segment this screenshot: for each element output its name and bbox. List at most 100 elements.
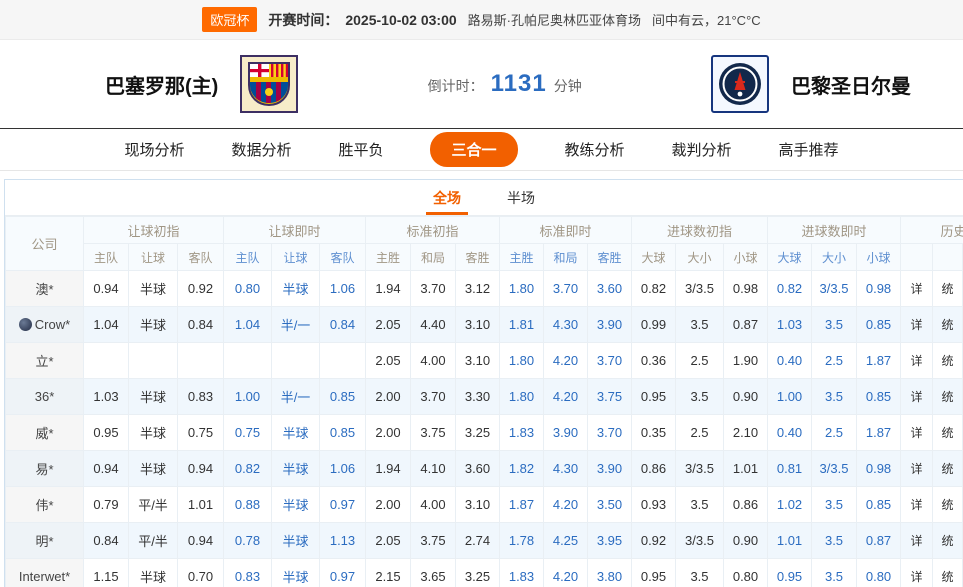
std-live-away-win: 3.70 (588, 343, 632, 379)
match-header: 巴塞罗那(主) (0, 40, 963, 128)
handicap-init-away-odds (178, 343, 224, 379)
standard-initial-header: 标准初指 (366, 217, 500, 244)
company-cell[interactable]: 伟* (6, 487, 84, 523)
company-cell[interactable]: 威* (6, 415, 84, 451)
stats-link[interactable]: 统 (933, 559, 963, 587)
std-live-home-win: 1.83 (500, 415, 544, 451)
stats-link[interactable]: 统 (933, 307, 963, 343)
std-live-home-win: 1.80 (500, 379, 544, 415)
handicap-init-home-odds: 0.95 (84, 415, 129, 451)
handicap-init-line: 平/半 (129, 523, 178, 559)
goals-init-under: 1.01 (724, 451, 768, 487)
nav-tab-data-analysis[interactable]: 数据分析 (231, 139, 291, 160)
nav-tab-three-in-one[interactable]: 三合一 (430, 132, 517, 167)
company-name: 伟* (35, 498, 53, 513)
handicap-live-home-odds: 0.78 (224, 523, 272, 559)
handicap-live-away-odds: 1.13 (320, 523, 366, 559)
goals-init-line: 2.5 (676, 343, 724, 379)
std-init-away-win: 3.25 (456, 415, 500, 451)
detail-link[interactable]: 详 (901, 559, 933, 587)
detail-link[interactable]: 详 (901, 271, 933, 307)
company-cell[interactable]: Interwet* (6, 559, 84, 587)
company-cell[interactable]: 立* (6, 343, 84, 379)
goals-init-under: 0.86 (724, 487, 768, 523)
handicap-live-line: 半球 (272, 415, 320, 451)
detail-link[interactable]: 详 (901, 451, 933, 487)
handicap-init-line: 半球 (129, 307, 178, 343)
company-name: 36* (35, 389, 55, 404)
detail-link[interactable]: 详 (901, 523, 933, 559)
company-cell[interactable]: 36* (6, 379, 84, 415)
detail-link[interactable]: 详 (901, 307, 933, 343)
goals-live-under: 0.85 (857, 379, 901, 415)
stats-link[interactable]: 统 (933, 451, 963, 487)
detail-link[interactable]: 详 (901, 415, 933, 451)
subheader-over: 大球 (768, 244, 812, 271)
tab-half-match[interactable]: 半场 (507, 180, 535, 215)
subheader-home: 主队 (224, 244, 272, 271)
detail-link[interactable]: 详 (901, 487, 933, 523)
goals-init-under: 0.90 (724, 523, 768, 559)
barcelona-crest-icon (247, 61, 291, 107)
detail-link[interactable]: 详 (901, 343, 933, 379)
std-init-home-win: 2.05 (366, 523, 411, 559)
std-init-draw: 3.75 (411, 415, 456, 451)
std-live-home-win: 1.80 (500, 343, 544, 379)
goals-init-over: 0.99 (632, 307, 676, 343)
handicap-init-line: 半球 (129, 415, 178, 451)
company-cell[interactable]: 易* (6, 451, 84, 487)
home-team-name: 巴塞罗那(主) (105, 70, 218, 99)
subheader-line: 大小 (676, 244, 724, 271)
handicap-init-away-odds: 0.70 (178, 559, 224, 587)
company-name: Crow* (35, 317, 70, 332)
handicap-live-away-odds: 0.85 (320, 379, 366, 415)
nav-tab-live-analysis[interactable]: 现场分析 (124, 139, 184, 160)
std-live-away-win: 3.80 (588, 559, 632, 587)
match-info-bar: 欧冠杯 开赛时间： 2025-10-02 03:00 路易斯·孔帕尼奥林匹亚体育… (0, 0, 963, 40)
stats-link[interactable]: 统 (933, 271, 963, 307)
std-live-away-win: 3.50 (588, 487, 632, 523)
stats-link[interactable]: 统 (933, 487, 963, 523)
company-cell[interactable]: 澳* (6, 271, 84, 307)
stats-link[interactable]: 统 (933, 415, 963, 451)
stats-link[interactable]: 统 (933, 523, 963, 559)
goals-init-line: 3.5 (676, 379, 724, 415)
odds-table-body: 澳* 0.94 半球 0.92 0.80 半球 1.06 1.94 3.70 3… (6, 271, 963, 587)
company-cell[interactable]: Crow* (6, 307, 84, 343)
tab-full-match[interactable]: 全场 (433, 180, 461, 215)
detail-link[interactable]: 详 (901, 379, 933, 415)
nav-tab-coach-analysis[interactable]: 教练分析 (565, 139, 625, 160)
handicap-live-line: 半球 (272, 487, 320, 523)
nav-tab-win-draw-loss[interactable]: 胜平负 (338, 139, 383, 160)
goals-live-over: 0.81 (768, 451, 812, 487)
std-live-home-win: 1.82 (500, 451, 544, 487)
std-init-draw: 4.40 (411, 307, 456, 343)
goals-live-over: 1.02 (768, 487, 812, 523)
std-live-away-win: 3.90 (588, 451, 632, 487)
goals-live-under: 0.85 (857, 487, 901, 523)
subheader-empty (933, 244, 963, 271)
company-cell[interactable]: 明* (6, 523, 84, 559)
goals-live-under: 0.87 (857, 523, 901, 559)
odds-table-row: 明* 0.84 平/半 0.94 0.78 半球 1.13 2.05 3.75 … (6, 523, 963, 559)
goals-init-line: 2.5 (676, 415, 724, 451)
period-sub-tabs: 全场 半场 (5, 180, 963, 216)
nav-tab-expert-picks[interactable]: 高手推荐 (779, 139, 839, 160)
subheader-draw: 和局 (411, 244, 456, 271)
subheader-under: 小球 (724, 244, 768, 271)
handicap-live-home-odds: 0.83 (224, 559, 272, 587)
handicap-init-line: 半球 (129, 559, 178, 587)
analysis-nav: 现场分析 数据分析 胜平负 三合一 教练分析 裁判分析 高手推荐 (0, 128, 963, 171)
handicap-live-away-odds (320, 343, 366, 379)
handicap-live-line: 半球 (272, 271, 320, 307)
stats-link[interactable]: 统 (933, 343, 963, 379)
goals-live-under: 0.85 (857, 307, 901, 343)
goals-init-over: 0.82 (632, 271, 676, 307)
subheader-away: 客队 (178, 244, 224, 271)
goals-init-line: 3.5 (676, 487, 724, 523)
std-init-draw: 4.00 (411, 487, 456, 523)
stats-link[interactable]: 统 (933, 379, 963, 415)
goals-live-under: 0.98 (857, 271, 901, 307)
nav-tab-referee-analysis[interactable]: 裁判分析 (672, 139, 732, 160)
std-live-away-win: 3.70 (588, 415, 632, 451)
